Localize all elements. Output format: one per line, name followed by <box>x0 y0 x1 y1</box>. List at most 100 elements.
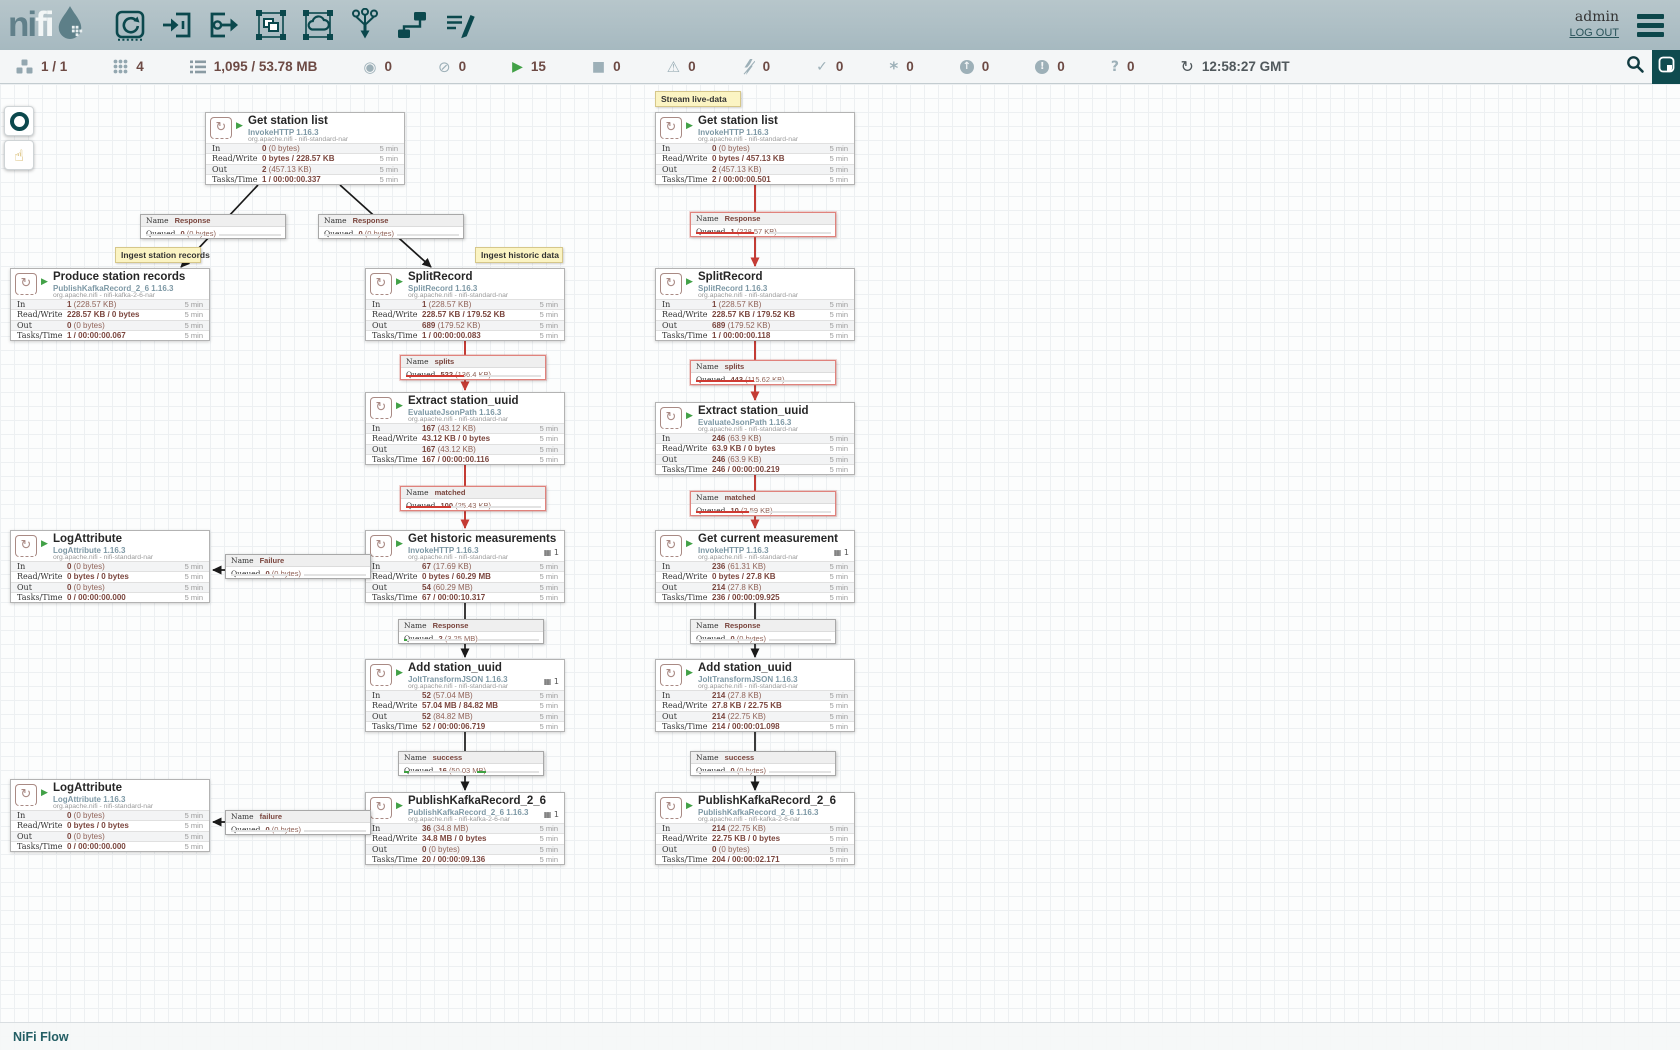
processor-get-station-list[interactable]: ↻▶Get station listInvokeHTTP 1.16.3org.a… <box>655 112 855 185</box>
search-button[interactable] <box>1618 50 1652 84</box>
stat-window: 5 min <box>818 165 854 174</box>
processor-name: SplitRecord <box>698 271 763 283</box>
connection-label-response[interactable]: NameResponseQueued0 (0 bytes) <box>140 214 286 239</box>
connection-label-matched[interactable]: NamematchedQueued100 (25.43 KB) <box>400 486 546 511</box>
relationship-name: failure <box>260 812 283 821</box>
stat-row-in: In0 (0 bytes)5 min <box>656 143 854 153</box>
stat-value: 1 (228.57 KB) <box>422 300 528 309</box>
global-menu-button[interactable] <box>1635 10 1666 41</box>
relationship-name: matched <box>725 493 756 502</box>
connection-label-response[interactable]: NameResponseQueued2 (3.25 MB) <box>398 619 544 644</box>
running-status-icon: ▶ <box>396 668 403 678</box>
processor-stats: In0 (0 bytes)5 minRead/Write0 bytes / 0 … <box>11 810 209 851</box>
processor-bundle: org.apache.nifi - nifi-kafka-2-6-nar <box>408 816 510 823</box>
connection-label-success[interactable]: NamesuccessQueued16 (50.03 MB) <box>398 751 544 776</box>
stat-label: Tasks/Time <box>366 855 422 864</box>
processor-stats: In0 (0 bytes)5 minRead/Write0 bytes / 45… <box>656 143 854 184</box>
processor-publishkafkarecord-2-6[interactable]: ↻▶PublishKafkaRecord_2_6PublishKafkaReco… <box>655 792 855 865</box>
processor-name: PublishKafkaRecord_2_6 <box>408 795 546 807</box>
stat-row-in: In36 (34.8 MB)5 min <box>366 823 564 833</box>
stat-label: Read/Write <box>656 701 712 710</box>
processor-get-historic-measurements[interactable]: ↻▶Get historic measurementsInvokeHTTP 1.… <box>365 530 565 603</box>
active-thread-badge: ▦ 1 <box>544 548 559 557</box>
processor-add-station-uuid[interactable]: ↻▶Add station_uuidJoltTransformJSON 1.16… <box>655 659 855 732</box>
remote-process-group-tool-icon[interactable] <box>295 4 342 46</box>
processor-logattribute[interactable]: ↻▶LogAttributeLogAttribute 1.16.3org.apa… <box>10 530 210 603</box>
template-tool-icon[interactable] <box>389 4 436 46</box>
stat-window: 5 min <box>173 331 209 340</box>
breadcrumb-root[interactable]: NiFi Flow <box>13 1030 69 1044</box>
stat-window: 5 min <box>818 154 854 163</box>
processor-header: ↻▶Get current measurementInvokeHTTP 1.16… <box>656 531 854 561</box>
processor-header: ↻▶Extract station_uuidEvaluateJsonPath 1… <box>366 393 564 423</box>
object-threshold-bar <box>146 234 204 237</box>
processor-publishkafkarecord-2-6[interactable]: ↻▶PublishKafkaRecord_2_6PublishKafkaReco… <box>365 792 565 865</box>
processor-extract-station-uuid[interactable]: ↻▶Extract station_uuidEvaluateJsonPath 1… <box>655 402 855 475</box>
size-threshold-bar <box>477 771 539 774</box>
connection-label-success[interactable]: NamesuccessQueued0 (0 bytes) <box>690 751 836 776</box>
connection-label-splits[interactable]: NamesplitsQueued443 (115.62 KB) <box>690 360 836 385</box>
processor-bundle: org.apache.nifi - nifi-standard-nar <box>698 426 798 433</box>
stat-value: 67 (17.69 KB) <box>422 562 528 571</box>
stat-window: 5 min <box>528 562 564 571</box>
stat-row-read-write: Read/Write0 bytes / 27.8 KB5 min <box>656 571 854 581</box>
stat-value: 1 / 00:00:00.118 <box>712 331 818 340</box>
stat-value: 214 (27.8 KB) <box>712 691 818 700</box>
input-port-tool-icon[interactable] <box>154 4 201 46</box>
connection-name-row: NameResponse <box>141 215 285 227</box>
processor-stats: In0 (0 bytes)5 minRead/Write0 bytes / 0 … <box>11 561 209 602</box>
locally-modified-versioned: *0 <box>889 59 913 74</box>
stat-value: 0 bytes / 228.57 KB <box>262 154 368 163</box>
output-port-tool-icon[interactable] <box>201 4 248 46</box>
processor-name: Add station_uuid <box>408 662 502 674</box>
size-threshold-bar <box>304 830 366 833</box>
funnel-tool-icon[interactable] <box>342 4 389 46</box>
stat-value: 0 (0 bytes) <box>67 562 173 571</box>
stat-label: Out <box>656 845 712 854</box>
running-status-icon: ▶ <box>686 411 693 421</box>
processor-splitrecord[interactable]: ↻▶SplitRecordSplitRecord 1.16.3org.apach… <box>365 268 565 341</box>
process-group-tool-icon[interactable] <box>248 4 295 46</box>
stat-window: 5 min <box>173 572 209 581</box>
connection-label-failure[interactable]: NameFailureQueued0 (0 bytes) <box>225 554 371 579</box>
processor-icon: ↻ <box>660 797 682 819</box>
stat-value: 236 (61.31 KB) <box>712 562 818 571</box>
processor-produce-station-records[interactable]: ↻▶Produce station recordsPublishKafkaRec… <box>10 268 210 341</box>
bulletin-panel-button[interactable] <box>1652 50 1680 84</box>
canvas-label-ingest-historic-data[interactable]: Ingest historic data <box>475 247 563 263</box>
connection-label-response[interactable]: NameResponseQueued0 (0 bytes) <box>318 214 464 239</box>
processor-get-station-list[interactable]: ↻▶Get station listInvokeHTTP 1.16.3org.a… <box>205 112 405 185</box>
processor-header: ↻▶LogAttributeLogAttribute 1.16.3org.apa… <box>11 531 209 561</box>
processor-splitrecord[interactable]: ↻▶SplitRecordSplitRecord 1.16.3org.apach… <box>655 268 855 341</box>
refresh-icon[interactable]: ↻ <box>1180 57 1193 76</box>
connection-label-response[interactable]: NameResponseQueued1 (228.57 KB) <box>690 212 836 237</box>
stat-row-out: Out52 (84.82 MB)5 min <box>366 711 564 721</box>
processor-name: Get station list <box>248 115 328 127</box>
canvas-label-ingest-station-records[interactable]: Ingest station records <box>115 247 201 263</box>
stat-label: Out <box>366 445 422 454</box>
processor-tool-icon[interactable] <box>107 4 154 46</box>
logout-link[interactable]: LOG OUT <box>1569 26 1619 41</box>
connection-label-response[interactable]: NameResponseQueued0 (0 bytes) <box>690 619 836 644</box>
object-threshold-bar <box>696 771 754 774</box>
flow-canvas[interactable]: ☝ Stream live-dataIngest station records… <box>0 84 1680 1050</box>
canvas-label-stream-live-data[interactable]: Stream live-data <box>655 91 741 107</box>
processor-extract-station-uuid[interactable]: ↻▶Extract station_uuidEvaluateJsonPath 1… <box>365 392 565 465</box>
relationship-name: Response <box>433 621 469 630</box>
connection-label-matched[interactable]: NamematchedQueued10 (2.59 KB) <box>690 491 836 516</box>
processor-add-station-uuid[interactable]: ↻▶Add station_uuidJoltTransformJSON 1.16… <box>365 659 565 732</box>
object-threshold-bar <box>696 232 754 235</box>
label-tool-icon[interactable] <box>436 4 483 46</box>
running-status-icon: ▶ <box>686 121 693 131</box>
size-threshold-bar <box>304 574 366 577</box>
connection-label-failure[interactable]: NamefailureQueued0 (0 bytes) <box>225 810 371 835</box>
processor-name: Add station_uuid <box>698 662 792 674</box>
object-threshold-bar <box>406 375 464 378</box>
stat-row-in: In52 (57.04 MB)5 min <box>366 690 564 700</box>
stat-value: 0 / 00:00:00.000 <box>67 593 173 602</box>
connection-label-splits[interactable]: NamesplitsQueued522 (136.4 KB) <box>400 355 546 380</box>
processor-logattribute[interactable]: ↻▶LogAttributeLogAttribute 1.16.3org.apa… <box>10 779 210 852</box>
processor-get-current-measurement[interactable]: ↻▶Get current measurementInvokeHTTP 1.16… <box>655 530 855 603</box>
processor-bundle: org.apache.nifi - nifi-standard-nar <box>698 683 798 690</box>
processor-header: ↻▶Produce station recordsPublishKafkaRec… <box>11 269 209 299</box>
